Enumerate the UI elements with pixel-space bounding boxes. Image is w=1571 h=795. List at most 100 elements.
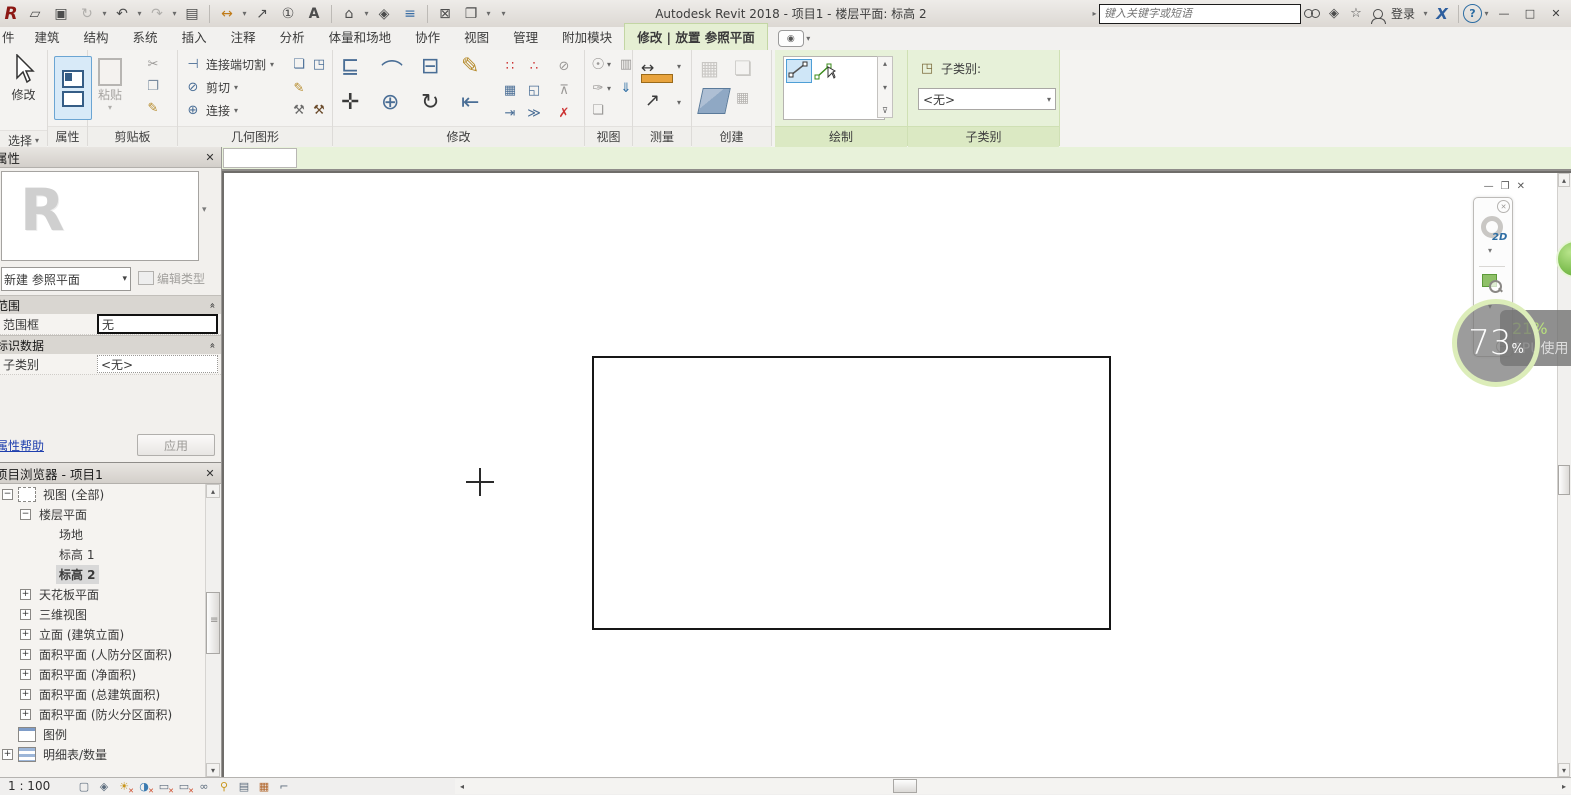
redo-caret-icon[interactable]: ▾ <box>170 9 179 18</box>
scope-box-value[interactable]: 无 <box>97 314 218 334</box>
undo-button[interactable]: ↶ <box>110 3 134 25</box>
visual-style-icon[interactable]: ◈ <box>94 779 114 794</box>
paste-button[interactable]: 粘贴 ▾ <box>98 58 122 112</box>
linework-caret-icon[interactable]: ▾ <box>607 84 611 93</box>
tree-item-elevations[interactable]: 立面 (建筑立面) <box>0 624 206 644</box>
3d-view-caret-icon[interactable]: ▾ <box>362 9 371 18</box>
measure-caret2-icon[interactable]: ▾ <box>677 62 681 71</box>
ribbon-display-caret-icon[interactable]: ▾ <box>804 34 813 43</box>
tab-systems[interactable]: 系统 <box>121 24 170 50</box>
tab-modify-place-reference-plane[interactable]: 修改 | 放置 参照平面 <box>624 23 768 50</box>
collapse-chevron-icon[interactable]: « <box>206 342 217 348</box>
tab-manage[interactable]: 管理 <box>501 24 550 50</box>
aligned-dimension-button[interactable]: ↗ <box>250 3 274 25</box>
reveal-analytical-model-icon[interactable]: ▦ <box>254 779 274 794</box>
signin-person-icon[interactable] <box>1367 4 1389 24</box>
tree-item-floor-plans[interactable]: 楼层平面 <box>0 504 206 524</box>
insert-flow-icon[interactable]: ▦ <box>736 90 749 106</box>
modify-tool[interactable]: 修改 <box>0 54 47 130</box>
draw-line-tool[interactable] <box>786 59 812 83</box>
panel-view-label[interactable]: 视图 <box>585 126 632 147</box>
help-icon[interactable]: ? <box>1463 4 1482 23</box>
reveal-hidden-elements-icon[interactable]: ⚲ <box>214 779 234 794</box>
reveal-constraints-icon[interactable]: ⌐ <box>274 779 294 794</box>
favorites-star-icon[interactable]: ☆ <box>1345 4 1367 24</box>
mirror-draw-axis-icon[interactable]: ∴ <box>525 58 543 74</box>
vscroll-thumb[interactable] <box>1558 465 1570 495</box>
horizontal-scrollbar[interactable]: ◂ ▸ <box>455 779 1571 794</box>
wall-stack-icon[interactable] <box>697 88 731 114</box>
exchange-apps-icon[interactable]: X <box>1430 5 1454 23</box>
split-with-gap-icon[interactable]: ✎ <box>461 54 479 79</box>
view-lightbulb-caret-icon[interactable]: ▾ <box>607 60 611 69</box>
unpin-icon[interactable]: ⊘ <box>555 58 573 74</box>
join-geometry-button[interactable]: ⊕ 连接 ▾ <box>184 102 238 119</box>
drawing-area[interactable]: — ❐ ✕ ✕ 2D ▾ ▾ − ▴ ▾ <box>222 171 1571 777</box>
tree-expand-icon[interactable] <box>20 589 31 600</box>
panel-measure-label[interactable]: 测量 <box>633 126 691 147</box>
view-scale-control[interactable]: 1 : 100 <box>0 779 74 793</box>
close-button[interactable]: ✕ <box>1543 4 1569 24</box>
tab-collaborate[interactable]: 协作 <box>403 24 452 50</box>
communication-center-icon[interactable]: ◈ <box>1323 4 1345 24</box>
panel-geometry-label[interactable]: 几何图形 <box>178 126 332 147</box>
tree-expand-icon[interactable] <box>20 669 31 680</box>
drawn-rectangle[interactable] <box>592 356 1111 630</box>
crop-view-icon[interactable]: ▭ <box>154 779 174 794</box>
tab-view[interactable]: 视图 <box>452 24 501 50</box>
hscroll-left-icon[interactable]: ◂ <box>455 779 469 794</box>
shadows-icon[interactable]: ◑ <box>134 779 154 794</box>
measure-between-caret-icon[interactable]: ▾ <box>677 98 681 107</box>
tab-architecture[interactable]: 建筑 <box>23 24 72 50</box>
cut-icon[interactable]: ✂ <box>144 56 162 72</box>
trim-extend-multiple-icon[interactable]: ≫ <box>525 105 543 121</box>
tab-addins[interactable]: 附加模块 <box>550 24 624 50</box>
tab-structure[interactable]: 结构 <box>72 24 121 50</box>
view-package-icon[interactable]: ❏ <box>589 102 607 118</box>
measure-caret-icon[interactable]: ▾ <box>240 9 249 18</box>
properties-help-link[interactable]: 属性帮助 <box>0 437 44 454</box>
navbar-close-icon[interactable]: ✕ <box>1497 200 1510 213</box>
close-hidden-windows-button[interactable]: ⊠ <box>433 3 457 25</box>
signin-label[interactable]: 登录 <box>1391 5 1415 22</box>
hscroll-right-icon[interactable]: ▸ <box>1557 779 1571 794</box>
tab-insert[interactable]: 插入 <box>170 24 219 50</box>
undo-caret-icon[interactable]: ▾ <box>135 9 144 18</box>
panel-create-label[interactable]: 创建 <box>692 126 771 147</box>
gallery-up-icon[interactable]: ▴ <box>883 59 887 68</box>
tree-item-area-plans-fire[interactable]: 面积平面 (防火分区面积) <box>0 704 206 724</box>
tab-analyze[interactable]: 分析 <box>268 24 317 50</box>
tree-expand-icon[interactable] <box>20 629 31 640</box>
tree-item-ceiling-plans[interactable]: 天花板平面 <box>0 584 206 604</box>
wheel-caret-icon[interactable]: ▾ <box>1488 246 1492 255</box>
tree-item-area-plans-net[interactable]: 面积平面 (净面积) <box>0 664 206 684</box>
preview-caret-icon[interactable]: ▾ <box>202 205 207 215</box>
pick-lines-tool[interactable] <box>814 61 836 84</box>
recording-percent-badge[interactable]: 73 % <box>1452 299 1540 387</box>
sync-button[interactable]: ↻ <box>75 3 99 25</box>
edit-type-button[interactable]: 编辑类型 <box>138 267 218 289</box>
hscroll-thumb[interactable] <box>893 779 917 793</box>
maximize-button[interactable]: □ <box>1517 4 1543 24</box>
beam-joins-icon[interactable]: ❏ <box>290 56 308 72</box>
cut-geometry-button[interactable]: ⊘ 剪切 ▾ <box>184 79 238 96</box>
tree-item-area-plans-gross[interactable]: 面积平面 (总建筑面积) <box>0 684 206 704</box>
save-button[interactable]: ▣ <box>49 3 73 25</box>
help-caret-icon[interactable]: ▾ <box>1482 9 1491 18</box>
vscroll-down-icon[interactable]: ▾ <box>1558 763 1570 777</box>
wall-joins-icon[interactable]: ◳ <box>310 56 328 72</box>
subcategory-row[interactable]: 子类别 <无> <box>0 354 221 375</box>
section-extents[interactable]: 范围 « <box>0 295 221 315</box>
view-close-icon[interactable]: ✕ <box>1517 181 1525 192</box>
options-bar-input[interactable] <box>223 148 297 168</box>
browser-scrollbar[interactable]: ▴ ▾ <box>205 484 221 777</box>
tag-button[interactable]: ① <box>276 3 300 25</box>
properties-close-icon[interactable]: ✕ <box>203 150 217 164</box>
temporary-view-properties-icon[interactable]: ▤ <box>234 779 254 794</box>
tree-expand-icon[interactable] <box>20 649 31 660</box>
trim-extend-corner-icon[interactable]: ⇤ <box>461 90 479 115</box>
tree-expand-icon[interactable] <box>2 749 13 760</box>
properties-palette-header[interactable]: 属性 ✕ <box>0 147 221 168</box>
delete-icon[interactable]: ✗ <box>555 105 573 121</box>
rotate-icon[interactable]: ↻ <box>421 90 439 115</box>
